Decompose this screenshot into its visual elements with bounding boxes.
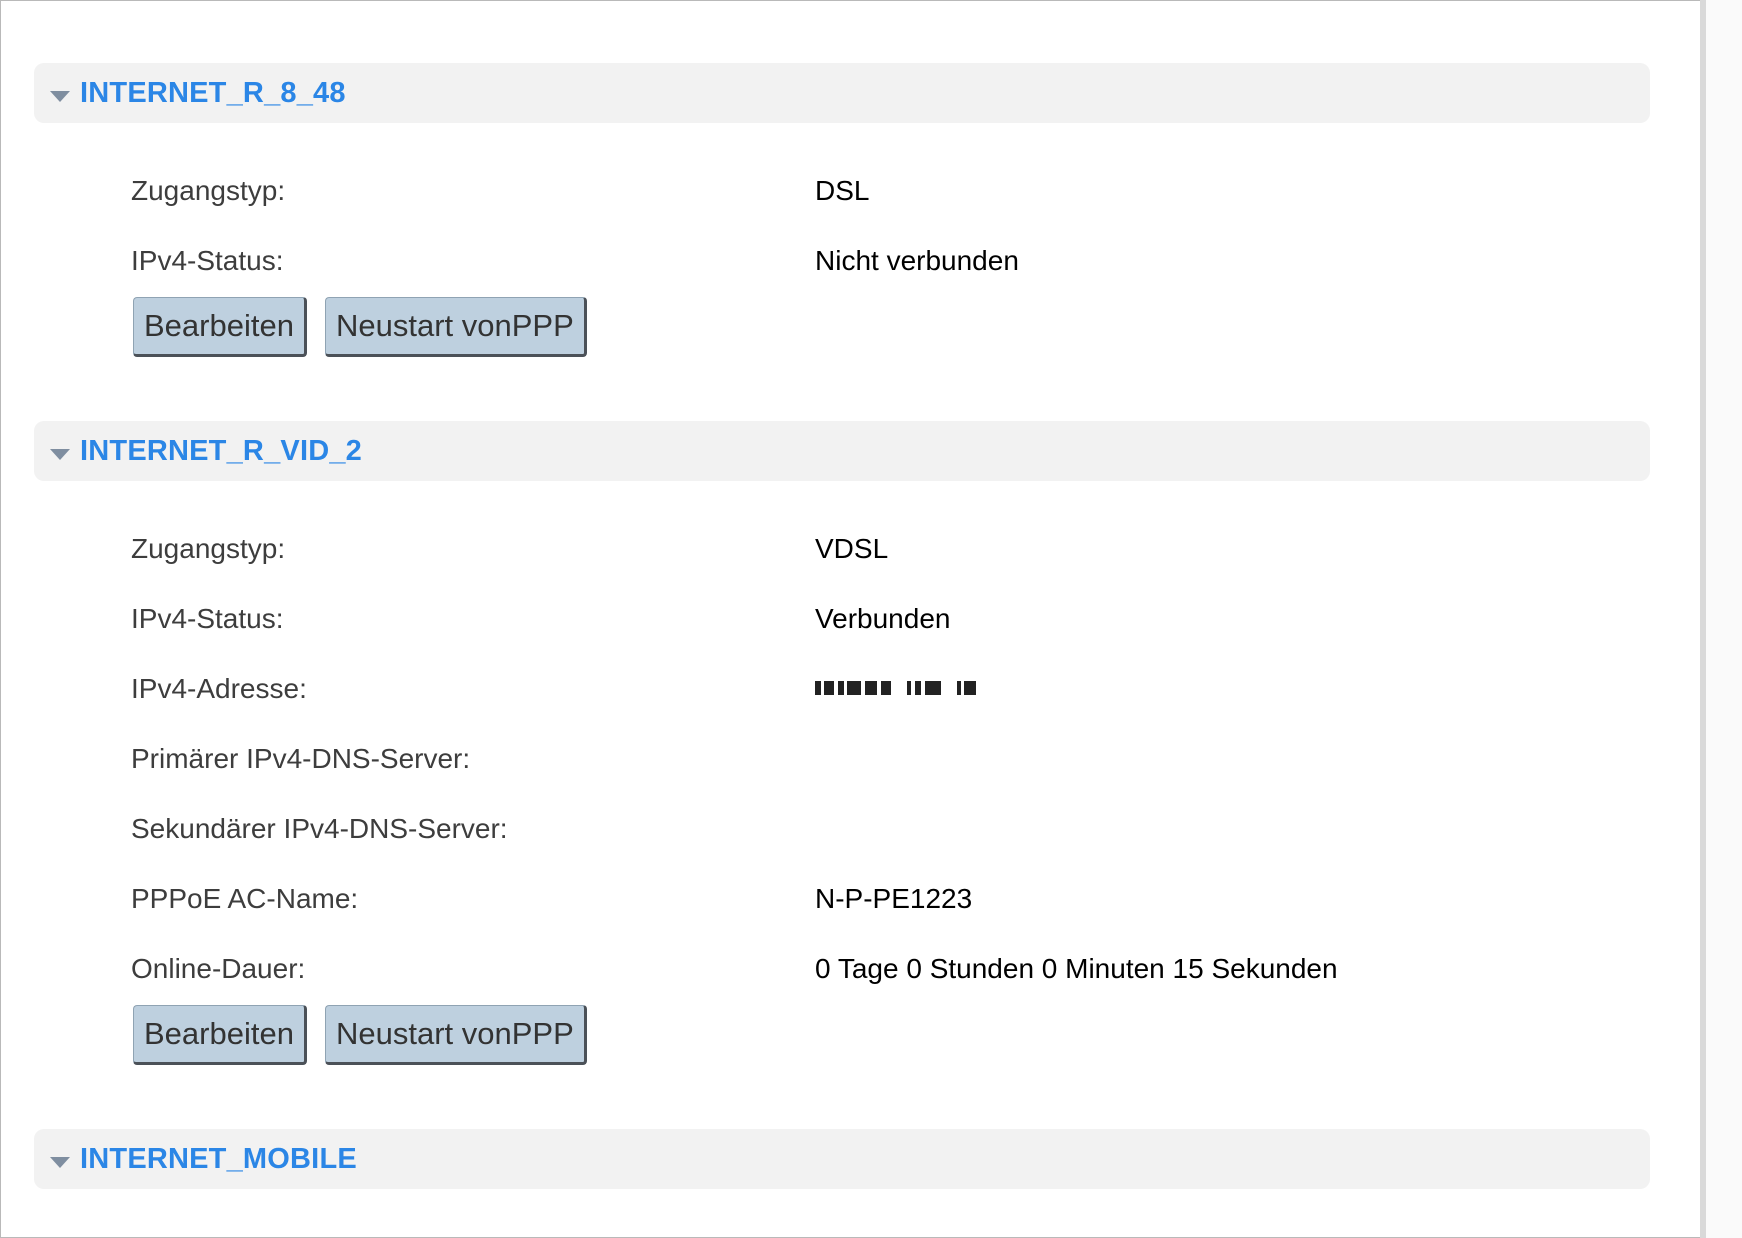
ipv4-status-value: Nicht verbunden	[815, 245, 1019, 276]
section-header-internet-r-8-48[interactable]: INTERNET_R_8_48	[34, 63, 1650, 123]
section-header-internet-mobile[interactable]: INTERNET_MOBILE	[34, 1129, 1650, 1189]
online-duration-label: Online-Dauer:	[131, 953, 306, 984]
zugangstyp-label: Zugangstyp:	[131, 533, 286, 564]
ipv4-status-label: IPv4-Status:	[131, 603, 284, 634]
pppoe-ac-name-value: N-P-PE1223	[815, 883, 973, 914]
section-title[interactable]: INTERNET_MOBILE	[80, 1143, 357, 1176]
edit-button[interactable]: Bearbeiten	[133, 297, 307, 357]
secondary-dns-label: Sekundärer IPv4-DNS-Server:	[131, 813, 508, 844]
section-title[interactable]: INTERNET_R_VID_2	[80, 435, 362, 468]
online-duration-value: 0 Tage 0 Stunden 0 Minuten 15 Sekunden	[815, 953, 1338, 984]
zugangstyp-label: Zugangstyp:	[131, 175, 286, 206]
zugangstyp-value: DSL	[815, 175, 870, 206]
right-scrollbar[interactable]	[1700, 0, 1742, 1238]
section-title[interactable]: INTERNET_R_8_48	[80, 77, 346, 110]
pppoe-ac-name-label: PPPoE AC-Name:	[131, 883, 359, 914]
ipv4-address-masked	[815, 677, 977, 699]
zugangstyp-value: VDSL	[815, 533, 889, 564]
primary-dns-label: Primärer IPv4-DNS-Server:	[131, 743, 471, 774]
restart-ppp-button[interactable]: Neustart vonPPP	[325, 1005, 587, 1065]
ipv4-status-value: Verbunden	[815, 603, 951, 634]
collapse-triangle-icon[interactable]	[50, 1157, 70, 1168]
section-header-internet-r-vid-2[interactable]: INTERNET_R_VID_2	[34, 421, 1650, 481]
edit-button[interactable]: Bearbeiten	[133, 1005, 307, 1065]
ipv4-status-label: IPv4-Status:	[131, 245, 284, 276]
ipv4-address-label: IPv4-Adresse:	[131, 673, 307, 704]
collapse-triangle-icon[interactable]	[50, 91, 70, 102]
collapse-triangle-icon[interactable]	[50, 449, 70, 460]
restart-ppp-button[interactable]: Neustart vonPPP	[325, 297, 587, 357]
